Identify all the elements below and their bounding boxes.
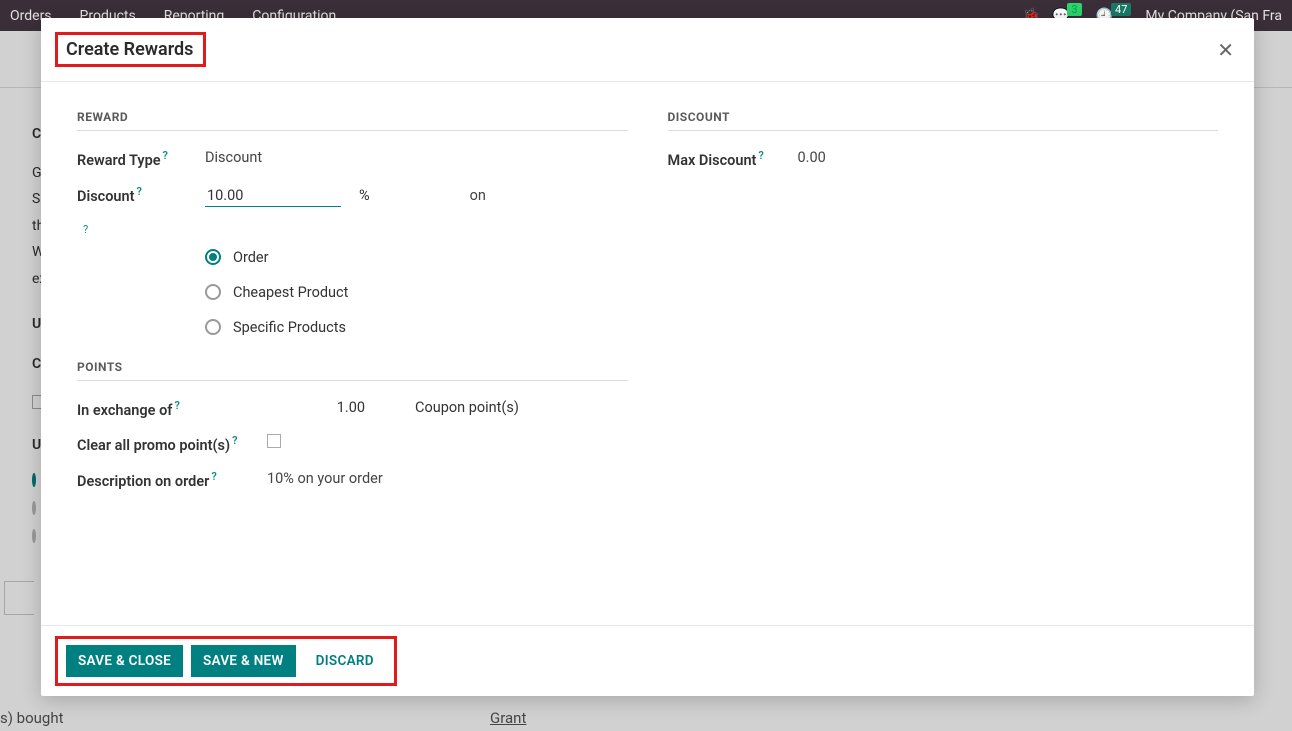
radio-order[interactable]: Order xyxy=(205,249,628,266)
discard-button[interactable]: DISCARD xyxy=(304,645,386,677)
help-icon[interactable]: ? xyxy=(174,399,179,412)
discount-input[interactable] xyxy=(205,185,341,207)
activity-badge: 47 xyxy=(1111,3,1131,16)
radio-icon xyxy=(205,249,221,265)
reward-type-label: Reward Type? xyxy=(77,149,205,169)
modal-body: REWARD Reward Type? Discount Discount? xyxy=(41,82,1254,625)
chat-badge: 3 xyxy=(1067,3,1081,16)
discount-label: Discount? xyxy=(77,185,205,205)
section-points-title: POINTS xyxy=(77,360,628,381)
help-icon[interactable]: ? xyxy=(211,470,216,483)
description-value[interactable]: 10% on your order xyxy=(267,470,383,487)
modal-header: Create Rewards ✕ xyxy=(41,18,1254,82)
help-icon[interactable]: ? xyxy=(758,149,763,162)
radio-specific-products[interactable]: Specific Products xyxy=(205,319,628,336)
modal-title-highlight: Create Rewards xyxy=(55,32,206,67)
footer-buttons-highlight: SAVE & CLOSE SAVE & NEW DISCARD xyxy=(55,636,397,686)
reward-type-value[interactable]: Discount xyxy=(205,149,262,166)
discount-column: DISCOUNT Max Discount? 0.00 xyxy=(668,110,1219,506)
clear-promo-checkbox[interactable] xyxy=(267,434,281,448)
modal-footer: SAVE & CLOSE SAVE & NEW DISCARD xyxy=(41,625,1254,696)
save-new-button[interactable]: SAVE & NEW xyxy=(191,645,296,677)
help-icon[interactable]: ? xyxy=(137,185,142,198)
section-discount-title: DISCOUNT xyxy=(668,110,1219,131)
section-reward-title: REWARD xyxy=(77,110,628,131)
radio-specific-label: Specific Products xyxy=(233,319,346,336)
help-icon[interactable]: ? xyxy=(232,434,237,447)
clear-promo-label: Clear all promo point(s)? xyxy=(77,434,267,454)
radio-cheapest-product[interactable]: Cheapest Product xyxy=(205,284,628,301)
radio-cheapest-label: Cheapest Product xyxy=(233,284,348,301)
exchange-unit: Coupon point(s) xyxy=(415,399,519,416)
max-discount-value[interactable]: 0.00 xyxy=(798,149,826,166)
help-icon[interactable]: ? xyxy=(163,149,168,162)
max-discount-label: Max Discount? xyxy=(668,149,798,169)
radio-icon xyxy=(205,319,221,335)
modal-title: Create Rewards xyxy=(66,39,193,60)
discount-on-label: on xyxy=(470,187,486,204)
close-icon[interactable]: ✕ xyxy=(1217,40,1234,60)
help-icon[interactable]: ? xyxy=(83,223,88,236)
radio-icon xyxy=(205,284,221,300)
create-rewards-modal: Create Rewards ✕ REWARD Reward Type? Dis… xyxy=(41,18,1254,696)
applicability-radio-group: Order Cheapest Product Specific Products xyxy=(205,249,628,336)
discount-unit: % xyxy=(359,187,370,204)
reward-column: REWARD Reward Type? Discount Discount? xyxy=(77,110,628,506)
save-close-button[interactable]: SAVE & CLOSE xyxy=(66,645,183,677)
radio-order-label: Order xyxy=(233,249,269,266)
exchange-value[interactable]: 1.00 xyxy=(205,399,365,416)
exchange-label: In exchange of? xyxy=(77,399,205,419)
description-label: Description on order? xyxy=(77,470,267,490)
